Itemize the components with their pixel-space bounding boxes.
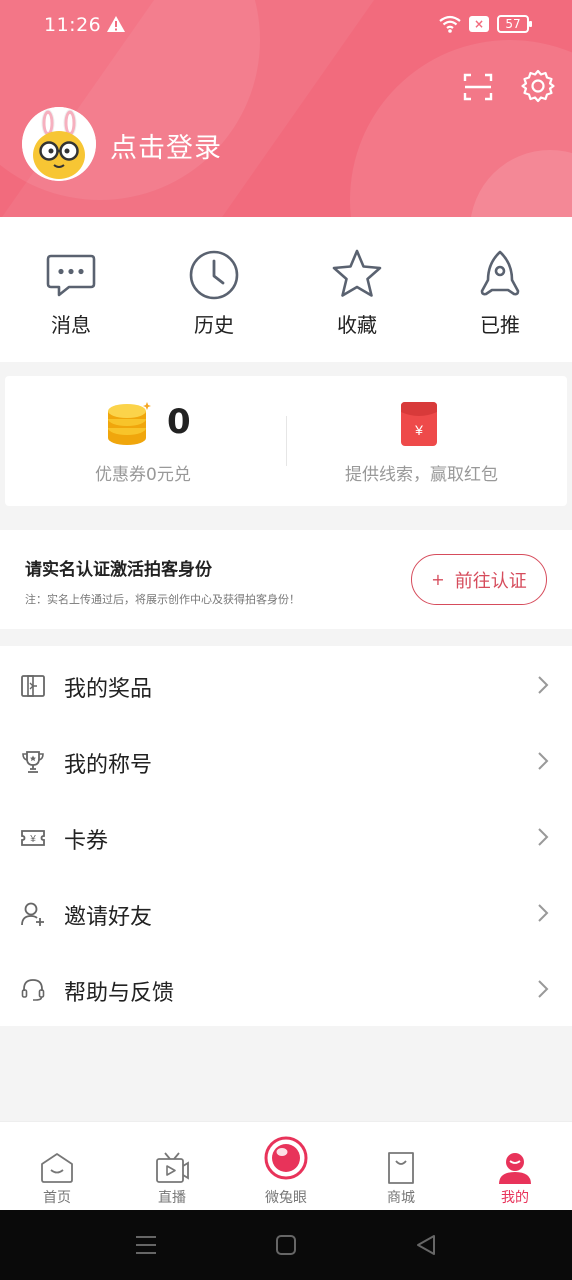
status-time: 11:26 [44,14,102,36]
verify-title: 请实名认证激活拍客身份 [25,560,212,580]
tab-home[interactable]: 首页 [0,1122,114,1211]
verify-button[interactable]: + 前往认证 [411,554,547,605]
home-square-icon[interactable] [273,1232,299,1258]
home-icon [41,1153,73,1183]
bag-icon [388,1152,414,1184]
menu-item-tickets[interactable]: ¥ 卡券 [0,799,572,875]
tab-label: 直播 [158,1190,186,1206]
plus-icon: + [431,570,445,589]
menu-item-label: 邀请好友 [64,905,153,930]
battery-indicator: 57 [497,15,532,33]
settings-gear-icon[interactable] [520,68,556,104]
tab-label: 我的 [501,1190,529,1206]
tab-label: 首页 [43,1190,71,1206]
red-envelope-icon: ¥ [401,402,437,446]
coupon-card: 0 优惠券0元兑 ¥ 提供线索，赢取红包 [5,376,567,506]
star-icon [332,249,382,297]
system-nav-bar [0,1210,572,1280]
menu-item-titles[interactable]: 我的称号 [0,723,572,799]
menu-item-label: 我的奖品 [64,677,153,702]
clock-icon [189,250,239,300]
quick-action-pushed[interactable]: 已推 [450,247,550,338]
rabbit-avatar-icon [22,107,96,181]
divider [286,416,287,466]
chevron-right-icon [538,904,549,922]
rocket-icon [480,250,520,296]
prize-icon [21,675,45,697]
ticket-icon: ¥ [21,830,45,846]
avatar[interactable] [22,107,96,181]
clue-reward-label[interactable]: 提供线索，赢取红包 [345,460,498,485]
svg-text:¥: ¥ [414,422,423,438]
tab-profile[interactable]: 我的 [458,1122,572,1211]
notification-x-icon: × [469,16,489,32]
menu-item-help[interactable]: 帮助与反馈 [0,951,572,1027]
coin-stack-icon [108,402,151,445]
quick-action-label: 收藏 [337,313,377,337]
menu-list: 我的奖品 我的称号 ¥ 卡券 邀请好友 帮助与反馈 [0,646,572,1026]
menu-item-prizes[interactable]: 我的奖品 [0,647,572,723]
quick-action-label: 历史 [194,313,234,337]
back-triangle-icon[interactable] [413,1232,439,1258]
headset-icon [21,979,45,1001]
add-user-icon [21,902,44,926]
eye-icon [264,1136,308,1180]
quick-action-favorites[interactable]: 收藏 [307,247,407,338]
tab-label: 微兔眼 [265,1190,307,1206]
coupon-redeem-label[interactable]: 优惠券0元兑 [95,460,191,485]
profile-header: 11:26 × 57 点击登录 [0,0,572,217]
tab-mall[interactable]: 商城 [344,1122,458,1211]
chevron-right-icon [538,676,549,694]
menu-item-label: 卡券 [64,829,109,854]
verify-banner: 请实名认证激活拍客身份 注：实名上传通过后，将展示创作中心及获得拍客身份！ + … [0,530,572,629]
quick-action-label: 已推 [480,313,520,337]
coupon-count: 0 [167,402,191,442]
scan-icon[interactable] [461,70,495,104]
profile-icon [499,1153,531,1184]
tv-icon [156,1152,189,1183]
quick-action-messages[interactable]: 消息 [21,247,121,338]
verify-note: 注：实名上传通过后，将展示创作中心及获得拍客身份！ [25,593,300,606]
quick-actions: 消息 历史 收藏 已推 [0,217,572,362]
chevron-right-icon [538,828,549,846]
warning-icon [107,16,125,32]
chevron-right-icon [538,980,549,998]
login-link[interactable]: 点击登录 [110,126,222,165]
tab-live[interactable]: 直播 [115,1122,229,1211]
wifi-icon [439,15,461,33]
quick-action-label: 消息 [51,313,91,337]
tab-eye[interactable]: 微兔眼 [229,1122,343,1211]
svg-text:¥: ¥ [29,834,36,845]
menu-item-invite[interactable]: 邀请好友 [0,875,572,951]
bottom-tab-bar: 首页 直播 微兔眼 商城 我的 [0,1121,572,1210]
menu-item-label: 我的称号 [64,753,153,778]
message-icon [46,254,96,297]
chevron-right-icon [538,752,549,770]
verify-button-label: 前往认证 [454,570,527,592]
status-bar: 11:26 × 57 [0,0,572,52]
trophy-icon [22,751,44,773]
menu-lines-icon[interactable] [133,1232,159,1258]
menu-item-label: 帮助与反馈 [64,981,175,1006]
tab-label: 商城 [387,1190,415,1206]
quick-action-history[interactable]: 历史 [164,247,264,338]
